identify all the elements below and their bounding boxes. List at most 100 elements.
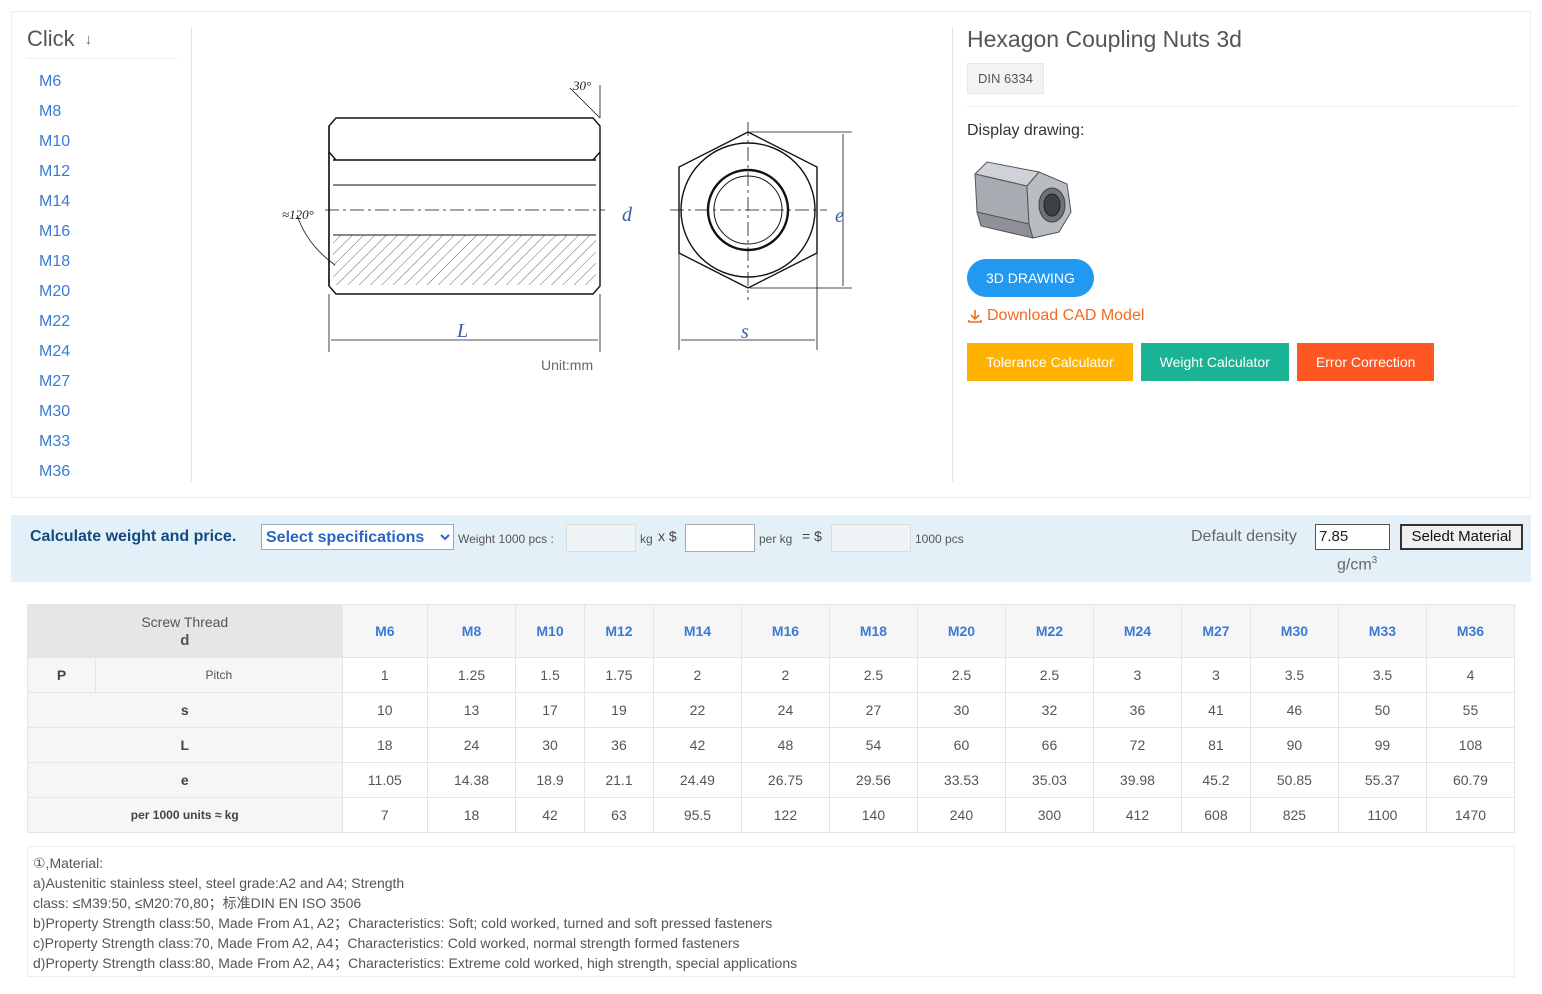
table-cell: 26.75: [740, 762, 830, 798]
table-cell: 99: [1337, 727, 1427, 763]
table-cell: 54: [828, 727, 918, 763]
table-cell: 2.5: [1004, 657, 1094, 693]
select-material-button[interactable]: Seledt Material: [1400, 524, 1523, 550]
size-list-header: Click ↓: [27, 26, 177, 59]
table-cell: 42: [515, 797, 585, 833]
density-input[interactable]: 7.85: [1315, 524, 1390, 550]
size-link-m20[interactable]: M20: [27, 277, 177, 307]
error-correction-button[interactable]: Error Correction: [1296, 343, 1435, 381]
table-cell: 27: [828, 692, 918, 728]
table-cell: 825: [1249, 797, 1339, 833]
table-cell: 45.2: [1180, 762, 1251, 798]
density-label: Default density: [1191, 528, 1297, 545]
table-cell: 55: [1425, 692, 1516, 728]
table-cell: 42: [652, 727, 742, 763]
table-cell: 55.37: [1337, 762, 1427, 798]
kg-label: kg: [640, 532, 653, 546]
product-info: Hexagon Coupling Nuts 3d DIN 6334 Displa…: [967, 26, 1517, 381]
table-cell: 608: [1180, 797, 1251, 833]
column-header-m10: M10: [515, 604, 585, 658]
table-cell: 36: [583, 727, 654, 763]
table-cell: 18.9: [515, 762, 585, 798]
size-link-m33[interactable]: M33: [27, 427, 177, 457]
table-row: P Pitch 1 1.25 1.5 1.75 2 2 2.5 2.5 2.5 3 3 3.5 3.5 4: [27, 657, 1516, 693]
angle-side-label: ≈120°: [282, 207, 314, 222]
table-cell: 60.79: [1425, 762, 1516, 798]
size-link-m6[interactable]: M6: [27, 67, 177, 97]
product-card: Click ↓ M6 M8 M10 M12 M14 M16 M18 M20 M22 M24 M27 M…: [11, 11, 1531, 498]
table-body: P Pitch 1 1.25 1.5 1.75 2 2 2.5 2.5 2.5 3 3 3.5 3.5 4 s 1…: [27, 657, 1516, 833]
display-drawing-label: Display drawing:: [967, 122, 1085, 139]
table-cell: 50.85: [1249, 762, 1339, 798]
arrow-down-icon: ↓: [84, 30, 93, 48]
corner-top: Screw Thread: [141, 613, 229, 630]
product-thumbnail[interactable]: [967, 154, 1077, 246]
table-cell: 22: [652, 692, 742, 728]
corner-bottom: d: [180, 631, 190, 649]
table-cell: 24: [740, 692, 830, 728]
size-link-m14[interactable]: M14: [27, 187, 177, 217]
table-row: e 11.05 14.38 18.9 21.1 24.49 26.75 29.56 33.53 3…: [27, 762, 1516, 798]
table-cell: 30: [916, 692, 1006, 728]
column-header-m14: M14: [652, 604, 742, 658]
standard-badge: DIN 6334: [967, 63, 1044, 94]
technical-drawing: 30° ≈120° d e L s: [282, 78, 852, 352]
note-line: b)Property Strength class:50, Made From …: [33, 915, 773, 931]
table-cell: 46: [1249, 692, 1339, 728]
table-cell: 30: [515, 727, 585, 763]
size-link-m18[interactable]: M18: [27, 247, 177, 277]
table-header-row: Screw Thread d M6 M8 M10 M12 M14 M16 M18 M20 M22…: [27, 604, 1516, 658]
table-row: per 1000 units ≈ kg 7 18 42 63 95.5 122 140 240 3…: [27, 797, 1516, 833]
row-label: e: [27, 762, 343, 798]
size-link-m30[interactable]: M30: [27, 397, 177, 427]
table-cell: 2: [652, 657, 742, 693]
dim-e-label: e: [835, 205, 844, 227]
row-label: per 1000 units ≈ kg: [27, 797, 343, 833]
column-header-m20: M20: [916, 604, 1006, 658]
table-cell: 35.03: [1004, 762, 1094, 798]
table-cell: 81: [1180, 727, 1251, 763]
price-per-kg-input[interactable]: [685, 524, 755, 552]
table-cell: 1: [341, 657, 429, 693]
density-unit: g/cm3: [1337, 555, 1377, 574]
download-cad-label: Download CAD Model: [987, 307, 1145, 324]
unit-label: Unit:mm: [541, 357, 594, 373]
3d-drawing-button[interactable]: 3D DRAWING: [967, 259, 1094, 297]
table-cell: 240: [916, 797, 1006, 833]
weight-calculator-button[interactable]: Weight Calculator: [1140, 343, 1289, 381]
column-header-m24: M24: [1092, 604, 1182, 658]
weight-output: [566, 524, 636, 552]
table-cell: 24.49: [652, 762, 742, 798]
table-cell: 3: [1180, 657, 1251, 693]
download-cad-link[interactable]: Download CAD Model: [967, 307, 1517, 325]
table-cell: 11.05: [341, 762, 429, 798]
size-link-m8[interactable]: M8: [27, 97, 177, 127]
table-cell: 4: [1425, 657, 1516, 693]
size-link-m36[interactable]: M36: [27, 457, 177, 487]
spec-select[interactable]: Select specifications: [261, 524, 454, 550]
table-cell: 41: [1180, 692, 1251, 728]
size-list: Click ↓ M6 M8 M10 M12 M14 M16 M18 M20 M22 M24 M27 M…: [27, 26, 177, 487]
end-view: [670, 122, 852, 350]
size-link-m24[interactable]: M24: [27, 337, 177, 367]
table-cell: 2.5: [916, 657, 1006, 693]
dim-d-label: d: [622, 204, 633, 226]
tolerance-calculator-button[interactable]: Tolerance Calculator: [967, 343, 1133, 381]
size-link-m27[interactable]: M27: [27, 367, 177, 397]
download-icon: [968, 310, 982, 323]
size-link-m12[interactable]: M12: [27, 157, 177, 187]
dim-l-label: L: [456, 320, 468, 342]
table-cell: 2: [740, 657, 830, 693]
size-link-m22[interactable]: M22: [27, 307, 177, 337]
table-cell: 29.56: [828, 762, 918, 798]
size-link-m16[interactable]: M16: [27, 217, 177, 247]
table-cell: 50: [1337, 692, 1427, 728]
note-line: class: ≤M39:50, ≤M20:70,80；标准DIN EN ISO …: [33, 895, 362, 911]
size-link-m10[interactable]: M10: [27, 127, 177, 157]
angle-top-label: 30°: [572, 78, 591, 93]
table-cell: 1470: [1425, 797, 1516, 833]
table-cell: 1.75: [583, 657, 654, 693]
table-cell: 1.5: [515, 657, 585, 693]
table-cell: 21.1: [583, 762, 654, 798]
row-label: L: [27, 727, 343, 763]
